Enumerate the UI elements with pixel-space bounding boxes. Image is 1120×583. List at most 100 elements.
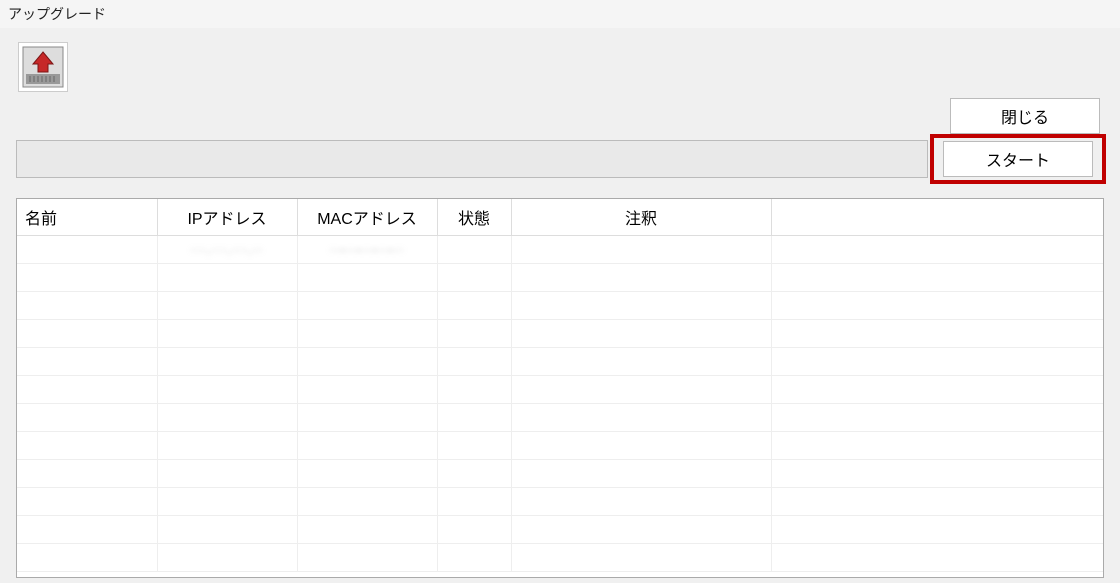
table-cell [17,404,157,432]
table-cell [771,488,1103,516]
table-row[interactable] [17,320,1103,348]
table-cell [297,376,437,404]
table-cell [157,460,297,488]
table-cell [17,376,157,404]
table-cell [771,320,1103,348]
table-cell [157,404,297,432]
table-cell [511,320,771,348]
table-row[interactable] [17,460,1103,488]
table-cell [17,460,157,488]
table-cell: ··-··-··-··-·· [297,236,437,264]
table-cell [297,264,437,292]
table-cell [297,516,437,544]
table-row[interactable] [17,432,1103,460]
table-cell [157,264,297,292]
table-cell [771,460,1103,488]
table-row[interactable] [17,348,1103,376]
table-cell [437,320,511,348]
table-cell [771,432,1103,460]
col-header-note[interactable]: 注釈 [511,199,771,236]
table-cell [17,320,157,348]
table-cell [297,292,437,320]
table-cell [157,376,297,404]
col-header-mac[interactable]: MACアドレス [297,199,437,236]
table-row[interactable]: ···.···.···.····-··-··-··-·· [17,236,1103,264]
table-row[interactable] [17,376,1103,404]
table-cell [17,544,157,572]
close-button-label: 閉じる [1001,110,1049,127]
table-cell [771,264,1103,292]
table-cell [511,516,771,544]
table-cell [157,516,297,544]
table-cell [17,264,157,292]
table-cell [157,292,297,320]
col-header-status[interactable]: 状態 [437,199,511,236]
table-cell [17,236,157,264]
table-cell [437,292,511,320]
table-cell [437,432,511,460]
table-cell [17,348,157,376]
table-cell [157,348,297,376]
table-cell [437,236,511,264]
table-cell [771,292,1103,320]
table-cell [157,544,297,572]
table-cell [437,488,511,516]
window-title-text: アップグレード [8,6,106,22]
table-cell [297,348,437,376]
table-row[interactable] [17,488,1103,516]
table-cell [157,320,297,348]
start-button[interactable]: スタート [943,141,1093,177]
table-cell [511,264,771,292]
table-cell [297,544,437,572]
table-cell [771,404,1103,432]
table-cell [437,264,511,292]
table-row[interactable] [17,264,1103,292]
table-cell [511,432,771,460]
device-table: 名前 IPアドレス MACアドレス 状態 注釈 ···.···.···.····… [16,198,1104,578]
table-cell [297,432,437,460]
table-cell [157,432,297,460]
col-header-rest [771,199,1103,236]
table-cell: ···.···.···.·· [157,236,297,264]
table-cell [511,376,771,404]
window-title: アップグレード [0,0,1120,28]
table-cell [297,404,437,432]
table-row[interactable] [17,404,1103,432]
close-button[interactable]: 閉じる [950,98,1100,134]
content-area: 閉じる スタート 名前 IPアドレス MACアドレス 状態 注釈 [0,28,1120,578]
table-cell [437,348,511,376]
table-cell [771,516,1103,544]
table-cell [17,516,157,544]
table-cell [511,544,771,572]
table-header-row: 名前 IPアドレス MACアドレス 状態 注釈 [17,199,1103,236]
table-cell [511,292,771,320]
table-cell [771,544,1103,572]
table-cell [297,320,437,348]
table-cell [17,432,157,460]
table-cell [437,376,511,404]
table-row[interactable] [17,516,1103,544]
table-cell [511,488,771,516]
col-header-name[interactable]: 名前 [17,199,157,236]
start-button-label: スタート [986,153,1050,170]
table-cell [771,376,1103,404]
table-row[interactable] [17,292,1103,320]
upgrade-toolbar-button[interactable] [18,42,68,92]
col-header-ip[interactable]: IPアドレス [157,199,297,236]
table-cell [437,516,511,544]
table-row[interactable] [17,544,1103,572]
table-cell [511,348,771,376]
controls-row: 閉じる スタート [14,98,1106,188]
start-button-highlight: スタート [930,134,1106,184]
table-cell [297,488,437,516]
table-cell [157,488,297,516]
table-cell [511,236,771,264]
table-cell [437,460,511,488]
table-cell [17,292,157,320]
file-path-input[interactable] [16,140,928,178]
table-cell [297,460,437,488]
table-cell [511,404,771,432]
table-cell [437,544,511,572]
table-cell [771,236,1103,264]
table-cell [437,404,511,432]
